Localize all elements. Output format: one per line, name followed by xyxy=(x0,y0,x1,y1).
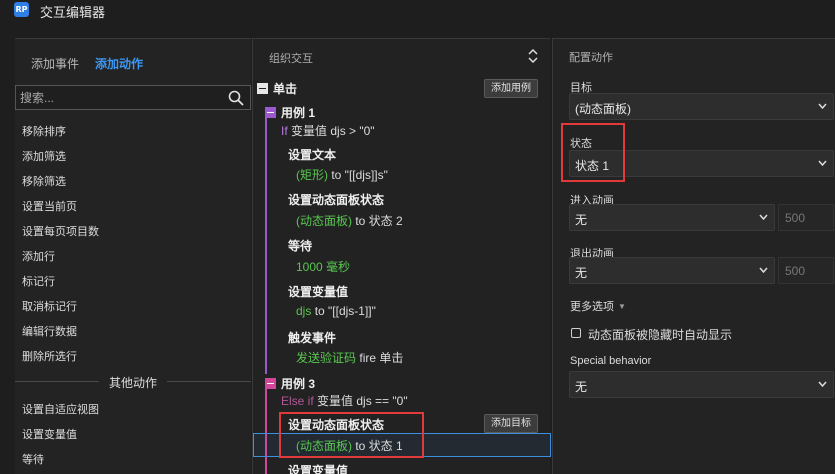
auto-show-checkbox[interactable] xyxy=(571,328,581,338)
collapse-icon[interactable] xyxy=(265,378,276,389)
action-item-set-variable[interactable]: 设置变量值 xyxy=(22,426,77,442)
collapse-icon[interactable] xyxy=(257,83,268,94)
action-item-add-filter[interactable]: 添加筛选 xyxy=(22,148,66,164)
action-item-add-row[interactable]: 添加行 xyxy=(22,248,55,264)
event-click[interactable]: 单击 xyxy=(257,80,297,97)
action-item-set-items-per-page[interactable]: 设置每页项目数 xyxy=(22,223,99,239)
enter-animation-duration[interactable]: 500 xyxy=(778,204,834,231)
search-box[interactable] xyxy=(15,85,251,110)
case-3[interactable]: 用例 3 xyxy=(265,375,315,392)
add-target-button[interactable]: 添加目标 xyxy=(484,414,538,433)
action-item-wait[interactable]: 等待 xyxy=(22,451,44,467)
more-options-toggle[interactable]: 更多选项 ▼ xyxy=(570,298,626,314)
add-action-panel: 添加事件 添加动作 移除排序 添加筛选 移除筛选 设置当前页 设置每页项目数 添… xyxy=(15,38,251,474)
highlight-box xyxy=(561,123,625,182)
chevron-down-icon xyxy=(818,160,827,166)
action-detail[interactable]: 发送验证码 fire 单击 xyxy=(296,349,403,366)
section-title-other-actions: 其他动作 xyxy=(15,374,251,391)
configure-action-panel: 配置动作 目标 (动态面板) 状态 状态 1 进入动画 无 500 退出动画 无… xyxy=(552,38,835,474)
case-1[interactable]: 用例 1 xyxy=(265,104,315,121)
case-1-condition[interactable]: If 变量值 djs > "0" xyxy=(281,122,375,139)
action-item-set-adaptive-view[interactable]: 设置自适应视图 xyxy=(22,401,99,417)
action-item-remove-sort[interactable]: 移除排序 xyxy=(22,123,66,139)
action-title[interactable]: 设置变量值 xyxy=(288,283,348,300)
action-detail[interactable]: 1000 毫秒 xyxy=(296,258,350,275)
chevron-down-icon xyxy=(818,381,827,387)
action-item-mark-row[interactable]: 标记行 xyxy=(22,273,55,289)
auto-show-label: 动态面板被隐藏时自动显示 xyxy=(588,328,733,342)
action-item-remove-filter[interactable]: 移除筛选 xyxy=(22,173,66,189)
exit-animation-duration[interactable]: 500 xyxy=(778,257,834,284)
add-case-button[interactable]: 添加用例 xyxy=(484,79,538,98)
enter-animation-select[interactable]: 无 xyxy=(569,204,775,231)
chevron-down-icon xyxy=(759,214,768,220)
window-title: 交互编辑器 xyxy=(40,5,106,20)
chevron-down-icon xyxy=(818,103,827,109)
special-behavior-label: Special behavior xyxy=(570,355,652,367)
exit-animation-select[interactable]: 无 xyxy=(569,257,775,284)
action-title[interactable]: 设置变量值 xyxy=(288,462,348,474)
panel-header: 配置动作 xyxy=(569,52,613,64)
title-bar: RP 交互编辑器 xyxy=(0,0,835,38)
app-logo-icon: RP xyxy=(14,2,29,17)
action-detail[interactable]: (矩形) to "[[djs]]s" xyxy=(296,166,388,183)
action-item-edit-row-data[interactable]: 编辑行数据 xyxy=(22,323,77,339)
expand-collapse-icon[interactable] xyxy=(528,49,538,63)
tab-add-action[interactable]: 添加动作 xyxy=(95,55,143,72)
action-item-delete-selected-rows[interactable]: 删除所选行 xyxy=(22,348,77,364)
action-title[interactable]: 触发事件 xyxy=(288,329,336,346)
panel-header: 组织交互 xyxy=(269,53,313,65)
special-behavior-select[interactable]: 无 xyxy=(569,371,834,398)
highlight-box xyxy=(279,412,424,458)
search-icon[interactable] xyxy=(228,90,244,106)
action-detail[interactable]: (动态面板) to 状态 2 xyxy=(296,212,403,229)
chevron-down-icon xyxy=(759,267,768,273)
action-title[interactable]: 等待 xyxy=(288,237,312,254)
case-1-indicator-line xyxy=(265,111,267,374)
action-detail[interactable]: djs to "[[djs-1]]" xyxy=(296,304,376,318)
action-item-unmark-row[interactable]: 取消标记行 xyxy=(22,298,77,314)
action-title[interactable]: 设置动态面板状态 xyxy=(288,191,384,208)
action-title[interactable]: 设置文本 xyxy=(288,146,336,163)
action-item-set-current-page[interactable]: 设置当前页 xyxy=(22,198,77,214)
case-3-condition[interactable]: Else if 变量值 djs == "0" xyxy=(281,392,408,409)
triangle-down-icon: ▼ xyxy=(618,302,626,311)
search-input[interactable] xyxy=(20,89,220,107)
tab-add-event[interactable]: 添加事件 xyxy=(31,55,79,72)
target-select[interactable]: (动态面板) xyxy=(569,93,834,120)
case-3-indicator-line xyxy=(265,389,267,474)
organize-interactions-panel: 组织交互 单击 添加用例 用例 1 If 变量值 djs > "0" 设置文本 … xyxy=(252,38,551,474)
